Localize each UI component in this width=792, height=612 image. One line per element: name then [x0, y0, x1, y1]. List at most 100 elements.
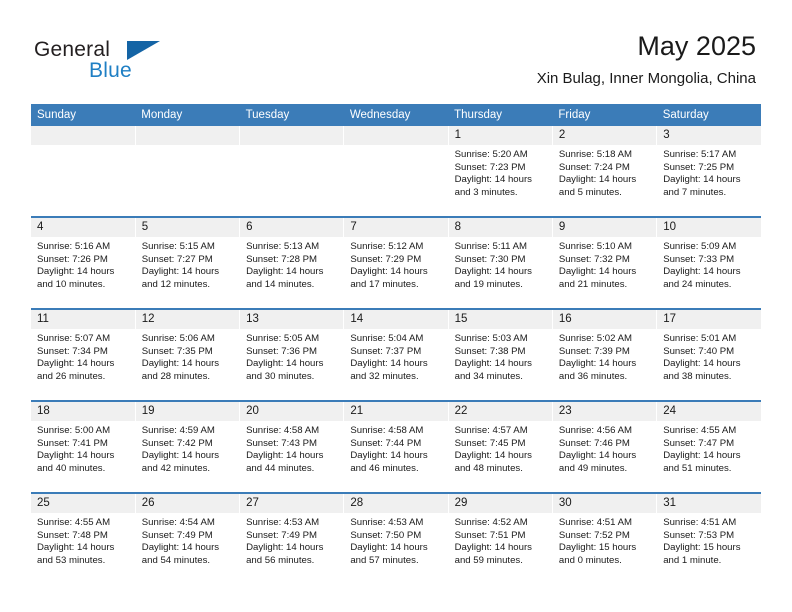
day-detail-line: Sunset: 7:48 PM: [37, 529, 108, 541]
calendar-day-cell[interactable]: 24 Sunrise: 4:55 AM Sunset: 7:47 PM Dayligh…: [656, 400, 761, 493]
day-detail-line: Sunrise: 4:58 AM: [246, 425, 320, 436]
day-detail-line: Sunrise: 5:11 AM: [454, 241, 527, 252]
day-details: Sunrise: 4:59 AM Sunset: 7:42 PM Daylight:…: [136, 421, 239, 475]
day-detail-line: Daylight: 14 hours: [454, 358, 532, 370]
day-detail-line: Sunset: 7:52 PM: [558, 529, 630, 541]
day-detail-line: and 0 minutes.: [558, 554, 622, 566]
day-details: Sunrise: 4:57 AM Sunset: 7:45 PM Daylight:…: [449, 421, 552, 475]
calendar-day-cell[interactable]: 25 Sunrise: 4:55 AM Sunset: 7:48 PM Dayligh…: [31, 492, 136, 584]
day-number: 22: [448, 402, 552, 421]
day-detail-line: Sunset: 7:44 PM: [350, 437, 422, 449]
day-number: 6: [240, 218, 344, 237]
day-details: Sunrise: 4:56 AM Sunset: 7:46 PM Daylight:…: [553, 421, 656, 475]
day-detail-line: Daylight: 15 hours: [663, 542, 741, 554]
day-details: Sunrise: 5:16 AM Sunset: 7:26 PM Daylight:…: [31, 237, 135, 291]
calendar-day-cell[interactable]: 1 Sunrise: 5:20 AM Sunset: 7:23 PM Daylight…: [447, 126, 553, 217]
day-number: [240, 126, 344, 145]
calendar-day-content: 17 Sunrise: 5:01 AM Sunset: 7:40 PM Dayligh…: [657, 310, 761, 400]
day-detail-line: Sunset: 7:40 PM: [663, 345, 735, 357]
day-details: Sunrise: 5:10 AM Sunset: 7:32 PM Daylight:…: [553, 237, 656, 291]
day-detail-line: Sunset: 7:33 PM: [663, 253, 735, 265]
calendar-day-cell[interactable]: 16 Sunrise: 5:02 AM Sunset: 7:39 PM Dayligh…: [551, 308, 657, 401]
day-details: Sunrise: 5:20 AM Sunset: 7:23 PM Daylight:…: [449, 145, 552, 199]
calendar-day-cell[interactable]: 31 Sunrise: 4:51 AM Sunset: 7:53 PM Dayligh…: [656, 492, 761, 584]
day-number: 23: [552, 402, 657, 421]
calendar-day-content: 20 Sunrise: 4:58 AM Sunset: 7:43 PM Dayligh…: [240, 402, 344, 492]
calendar-day-cell[interactable]: 20 Sunrise: 4:58 AM Sunset: 7:43 PM Dayligh…: [239, 400, 344, 493]
calendar-day-cell[interactable]: 21 Sunrise: 4:58 AM Sunset: 7:44 PM Dayligh…: [343, 400, 449, 493]
day-detail-line: and 28 minutes.: [141, 370, 211, 382]
day-number: 7: [344, 218, 448, 237]
day-detail-line: and 24 minutes.: [663, 278, 732, 290]
day-detail-line: Sunrise: 5:05 AM: [246, 333, 320, 344]
calendar-page: General Blue May 2025 Xin Bulag, Inner M…: [0, 0, 792, 612]
calendar-day-cell[interactable]: [343, 126, 449, 217]
calendar-day-content: 9 Sunrise: 5:10 AM Sunset: 7:32 PM Daylight…: [552, 218, 657, 308]
day-number: 15: [448, 310, 552, 329]
day-detail-line: Sunset: 7:49 PM: [246, 529, 317, 541]
day-detail-line: Sunset: 7:41 PM: [37, 437, 108, 449]
day-number: [135, 126, 240, 145]
calendar-day-cell[interactable]: [239, 126, 344, 217]
weekday-header-monday: Monday: [135, 104, 240, 126]
calendar-day-cell[interactable]: 17 Sunrise: 5:01 AM Sunset: 7:40 PM Dayligh…: [656, 308, 761, 401]
calendar-day-cell[interactable]: 6 Sunrise: 5:13 AM Sunset: 7:28 PM Daylight…: [239, 216, 344, 309]
day-detail-line: Daylight: 14 hours: [246, 542, 324, 554]
day-number: 5: [135, 218, 240, 237]
day-details: Sunrise: 4:52 AM Sunset: 7:51 PM Daylight:…: [449, 513, 552, 567]
calendar-week-row: 4 Sunrise: 5:16 AM Sunset: 7:26 PM Daylight…: [31, 216, 761, 309]
day-number: 24: [657, 402, 761, 421]
day-details: Sunrise: 5:06 AM Sunset: 7:35 PM Daylight:…: [136, 329, 239, 383]
calendar-day-content: 11 Sunrise: 5:07 AM Sunset: 7:34 PM Dayligh…: [31, 310, 135, 400]
calendar-day-cell[interactable]: 15 Sunrise: 5:03 AM Sunset: 7:38 PM Dayligh…: [447, 308, 553, 401]
calendar-day-cell[interactable]: 23 Sunrise: 4:56 AM Sunset: 7:46 PM Dayligh…: [551, 400, 657, 493]
title-block: May 2025 Xin Bulag, Inner Mongolia, Chin…: [537, 30, 756, 89]
day-number: 9: [552, 218, 657, 237]
calendar-day-cell[interactable]: 26 Sunrise: 4:54 AM Sunset: 7:49 PM Dayligh…: [134, 492, 240, 584]
day-details: Sunrise: 5:09 AM Sunset: 7:33 PM Daylight:…: [657, 237, 761, 291]
day-detail-line: Sunset: 7:25 PM: [663, 161, 735, 173]
day-detail-line: Sunset: 7:29 PM: [350, 253, 422, 265]
calendar-day-cell[interactable]: 11 Sunrise: 5:07 AM Sunset: 7:34 PM Dayligh…: [31, 308, 136, 401]
day-details: [344, 145, 447, 149]
calendar-day-cell[interactable]: 14 Sunrise: 5:04 AM Sunset: 7:37 PM Dayligh…: [343, 308, 449, 401]
day-details: Sunrise: 4:55 AM Sunset: 7:47 PM Daylight:…: [657, 421, 761, 475]
calendar-day-cell[interactable]: 22 Sunrise: 4:57 AM Sunset: 7:45 PM Dayligh…: [447, 400, 553, 493]
calendar-day-cell[interactable]: 28 Sunrise: 4:53 AM Sunset: 7:50 PM Dayligh…: [343, 492, 449, 584]
calendar-day-cell[interactable]: 9 Sunrise: 5:10 AM Sunset: 7:32 PM Daylight…: [551, 216, 657, 309]
day-detail-line: Sunset: 7:36 PM: [246, 345, 317, 357]
day-detail-line: Sunset: 7:38 PM: [454, 345, 526, 357]
calendar-day-cell[interactable]: 27 Sunrise: 4:53 AM Sunset: 7:49 PM Dayligh…: [239, 492, 344, 584]
day-detail-line: Daylight: 14 hours: [141, 358, 220, 370]
calendar-day-cell[interactable]: [134, 126, 240, 217]
calendar-day-cell[interactable]: 4 Sunrise: 5:16 AM Sunset: 7:26 PM Daylight…: [31, 216, 136, 309]
calendar-day-cell[interactable]: 29 Sunrise: 4:52 AM Sunset: 7:51 PM Dayligh…: [447, 492, 553, 584]
day-detail-line: and 12 minutes.: [141, 278, 211, 290]
calendar-day-cell[interactable]: 30 Sunrise: 4:51 AM Sunset: 7:52 PM Dayligh…: [551, 492, 657, 584]
day-detail-line: Sunrise: 5:09 AM: [663, 241, 737, 252]
day-number: 14: [344, 310, 448, 329]
calendar-day-cell[interactable]: 13 Sunrise: 5:05 AM Sunset: 7:36 PM Dayligh…: [239, 308, 344, 401]
calendar-table: Sunday Monday Tuesday Wednesday Thursday…: [31, 104, 761, 584]
calendar-day-cell[interactable]: 7 Sunrise: 5:12 AM Sunset: 7:29 PM Daylight…: [343, 216, 449, 309]
calendar-day-cell[interactable]: 2 Sunrise: 5:18 AM Sunset: 7:24 PM Daylight…: [551, 126, 657, 217]
calendar-day-cell[interactable]: 8 Sunrise: 5:11 AM Sunset: 7:30 PM Daylight…: [447, 216, 553, 309]
brand-logo[interactable]: General Blue: [34, 38, 274, 88]
day-detail-line: Sunset: 7:43 PM: [246, 437, 317, 449]
day-detail-line: Sunrise: 4:52 AM: [454, 517, 528, 528]
day-detail-line: Sunrise: 5:15 AM: [141, 241, 215, 252]
calendar-day-cell[interactable]: [31, 126, 136, 217]
calendar-day-cell[interactable]: 18 Sunrise: 5:00 AM Sunset: 7:41 PM Dayligh…: [31, 400, 136, 493]
calendar-day-cell[interactable]: 5 Sunrise: 5:15 AM Sunset: 7:27 PM Daylight…: [134, 216, 240, 309]
calendar-day-cell[interactable]: 12 Sunrise: 5:06 AM Sunset: 7:35 PM Dayligh…: [134, 308, 240, 401]
calendar-day-content: 4 Sunrise: 5:16 AM Sunset: 7:26 PM Daylight…: [31, 218, 135, 308]
day-number: 28: [344, 494, 448, 513]
day-details: Sunrise: 5:03 AM Sunset: 7:38 PM Daylight:…: [449, 329, 552, 383]
calendar-day-content: 16 Sunrise: 5:02 AM Sunset: 7:39 PM Dayligh…: [552, 310, 657, 400]
calendar-day-cell[interactable]: 10 Sunrise: 5:09 AM Sunset: 7:33 PM Dayligh…: [656, 216, 761, 309]
day-detail-line: Sunset: 7:34 PM: [37, 345, 108, 357]
calendar-day-cell[interactable]: 19 Sunrise: 4:59 AM Sunset: 7:42 PM Dayligh…: [134, 400, 240, 493]
calendar-day-cell[interactable]: 3 Sunrise: 5:17 AM Sunset: 7:25 PM Daylight…: [656, 126, 761, 217]
day-detail-line: Daylight: 14 hours: [558, 358, 637, 370]
calendar-day-content: 22 Sunrise: 4:57 AM Sunset: 7:45 PM Dayligh…: [448, 402, 552, 492]
